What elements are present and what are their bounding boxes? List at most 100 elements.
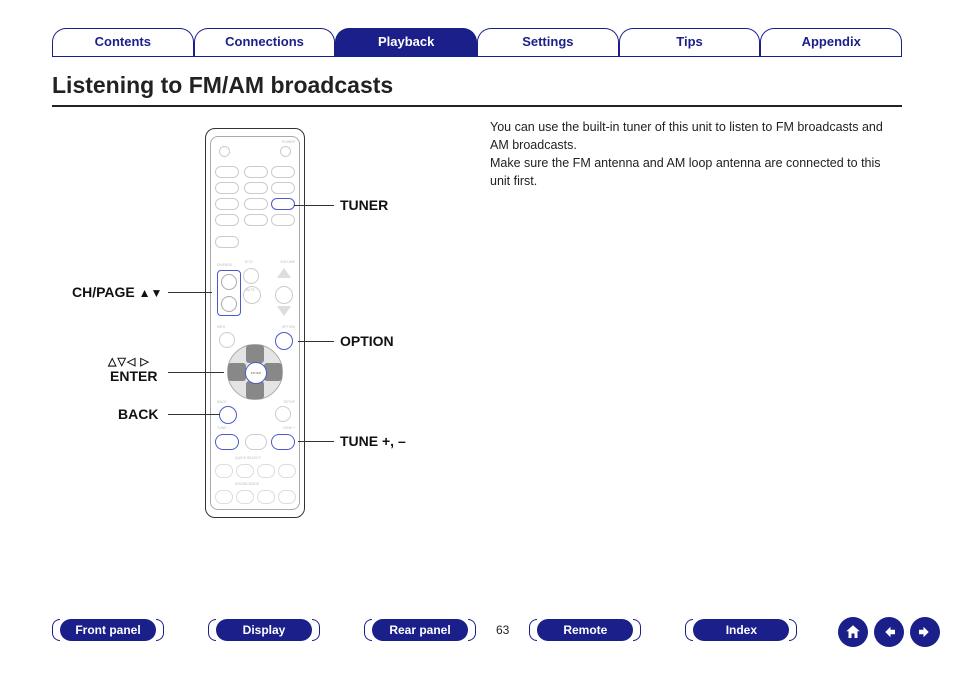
tab-label: Appendix <box>802 34 861 49</box>
remote-label-eco: ECO <box>245 260 253 264</box>
remote-src-pill <box>215 198 239 210</box>
remote-mute-btn <box>275 286 293 304</box>
callout-enter: ENTER <box>110 368 157 384</box>
dpad-left-icon <box>228 363 246 381</box>
remote-mute-btn <box>243 286 261 304</box>
remote-src-pill <box>215 182 239 194</box>
pill-label: Remote <box>537 619 633 641</box>
remote-illustration: POWER ECO CH/PAGE VOLUME MUTE INFO OPTIO… <box>205 128 305 518</box>
remote-enter-btn: ENTER <box>245 362 267 384</box>
tab-playback[interactable]: Playback <box>335 28 477 56</box>
remote-tuner-btn <box>271 198 295 210</box>
remote-src-pill <box>244 214 268 226</box>
page-number: 63 <box>496 623 509 637</box>
tab-label: Contents <box>95 34 151 49</box>
page-nav-icons <box>838 617 940 647</box>
dpad-arrows-icon: △▽◁ ▷ <box>108 356 150 368</box>
remote-label-option: OPTION <box>282 325 295 329</box>
remote-setup-btn <box>275 406 291 422</box>
remote-label-quick: QUICK SELECT <box>235 456 261 460</box>
remote-label-power: POWER <box>282 140 295 144</box>
remote-quick-pill <box>278 464 296 478</box>
remote-tiny-btn <box>280 146 291 157</box>
remote-eco-btn <box>243 268 259 284</box>
callout-line <box>294 205 334 206</box>
callout-dpad-arrows: △▽◁ ▷ <box>108 352 150 368</box>
remote-src-pill <box>215 214 239 226</box>
remote-back-btn <box>219 406 237 424</box>
remote-tiny-btn <box>219 146 230 157</box>
pill-front-panel[interactable]: Front panel <box>52 619 164 641</box>
remote-quick-pill <box>257 464 275 478</box>
remote-src-pill <box>244 182 268 194</box>
pill-label: Display <box>216 619 312 641</box>
tab-label: Playback <box>378 34 434 49</box>
tab-settings[interactable]: Settings <box>477 28 619 56</box>
callout-chpage-text: CH/PAGE <box>72 284 135 300</box>
callout-line <box>298 441 334 442</box>
remote-src-pill <box>271 214 295 226</box>
volume-up-icon <box>277 268 291 278</box>
page-title: Listening to FM/AM broadcasts <box>52 72 902 107</box>
home-icon <box>844 623 862 641</box>
callout-option: OPTION <box>340 333 394 349</box>
remote-src-pill <box>244 166 268 178</box>
callout-line <box>168 292 212 293</box>
remote-label-volume: VOLUME <box>280 260 295 264</box>
tab-connections[interactable]: Connections <box>194 28 336 56</box>
body-p2: Make sure the FM antenna and AM loop ant… <box>490 154 900 190</box>
remote-src-pill <box>271 182 295 194</box>
tab-label: Tips <box>676 34 703 49</box>
remote-quick-pill <box>236 464 254 478</box>
callout-chpage: CH/PAGE ▲▼ <box>72 284 162 300</box>
arrow-right-icon <box>916 623 934 641</box>
callout-line <box>168 372 224 373</box>
pill-rear-panel[interactable]: Rear panel <box>364 619 476 641</box>
callout-line <box>168 414 220 415</box>
tab-label: Settings <box>522 34 573 49</box>
tab-tips[interactable]: Tips <box>619 28 761 56</box>
remote-sound-pill <box>278 490 296 504</box>
remote-sound-pill <box>236 490 254 504</box>
remote-src-pill <box>215 166 239 178</box>
remote-tune-plus-btn <box>271 434 295 450</box>
remote-chpage-btn <box>217 270 241 316</box>
prev-page-button[interactable] <box>874 617 904 647</box>
updown-icon: ▲▼ <box>139 286 163 300</box>
tab-contents[interactable]: Contents <box>52 28 194 56</box>
pill-label: Rear panel <box>372 619 468 641</box>
dpad-up-icon <box>246 345 264 363</box>
remote-play-pause-btn <box>245 434 267 450</box>
tab-label: Connections <box>225 34 304 49</box>
remote-tune-minus-btn <box>215 434 239 450</box>
pill-label: Front panel <box>60 619 156 641</box>
next-page-button[interactable] <box>910 617 940 647</box>
remote-label-sound: SOUND MODE <box>235 482 259 486</box>
callout-tune: TUNE +, – <box>340 433 406 449</box>
remote-label-tune-minus: TUNE − <box>217 426 230 430</box>
top-tabs: Contents Connections Playback Settings T… <box>52 28 902 56</box>
remote-quick-pill <box>215 464 233 478</box>
remote-label-setup: SETUP <box>283 400 295 404</box>
pill-remote[interactable]: Remote <box>529 619 641 641</box>
callout-line <box>298 341 334 342</box>
tab-appendix[interactable]: Appendix <box>760 28 902 56</box>
remote-label-back: BACK <box>217 400 227 404</box>
callout-back: BACK <box>118 406 158 422</box>
pill-label: Index <box>693 619 789 641</box>
remote-sound-pill <box>257 490 275 504</box>
bottom-nav: Front panel Display Rear panel 63 Remote… <box>52 617 902 643</box>
pill-index[interactable]: Index <box>685 619 797 641</box>
remote-dpad: ENTER <box>227 344 283 400</box>
body-text: You can use the built-in tuner of this u… <box>490 118 900 191</box>
pill-display[interactable]: Display <box>208 619 320 641</box>
home-button[interactable] <box>838 617 868 647</box>
remote-sound-pill <box>215 490 233 504</box>
callout-tuner: TUNER <box>340 197 388 213</box>
remote-label-chpage: CH/PAGE <box>217 263 233 267</box>
remote-label-tune-plus: TUNE + <box>282 426 295 430</box>
remote-sleep-pill <box>215 236 239 248</box>
arrow-left-icon <box>880 623 898 641</box>
remote-src-pill <box>271 166 295 178</box>
remote-label-info: INFO <box>217 325 225 329</box>
